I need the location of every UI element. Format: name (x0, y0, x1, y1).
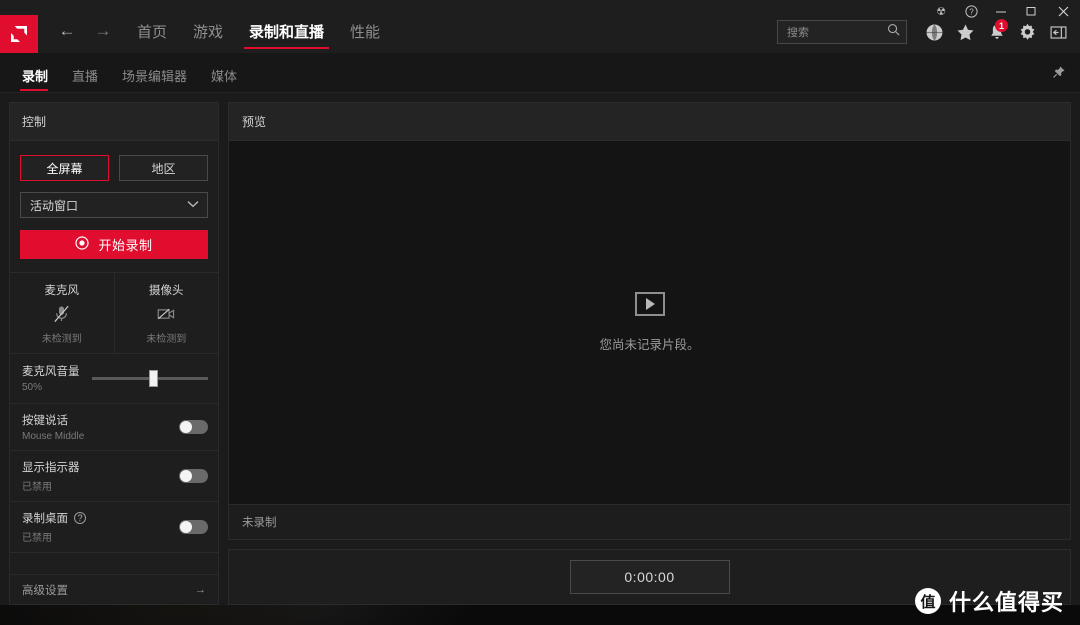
main-tab-gaming[interactable]: 游戏 (180, 25, 236, 49)
star-icon[interactable] (950, 18, 981, 46)
title-bar: ← → 首页 游戏 录制和直播 性能 ☢ ? 搜索 1 (0, 0, 1080, 53)
camera-off-icon (157, 305, 175, 323)
forward-button[interactable]: → (88, 15, 118, 45)
navigation-arrows: ← → (38, 0, 124, 53)
mode-fullscreen-button[interactable]: 全屏幕 (20, 155, 109, 181)
globe-icon[interactable] (919, 18, 950, 46)
control-panel-body: 全屏幕 地区 活动窗口 开始录制 麦克风 未检测到 摄像头 未检测到 麦克风音量… (10, 141, 218, 604)
push-to-talk-sub: Mouse Middle (22, 431, 85, 442)
play-triangle (646, 298, 655, 310)
sub-tab-media[interactable]: 媒体 (199, 70, 249, 92)
device-status-group: 麦克风 未检测到 摄像头 未检测到 (10, 272, 218, 354)
preview-box: 预览 您尚未记录片段。 未录制 (228, 102, 1071, 540)
watermark-logo-icon: 值 (914, 588, 941, 614)
adrenalin-window: ← → 首页 游戏 录制和直播 性能 ☢ ? 搜索 1 录制 直播 场景编辑器 … (0, 0, 1080, 605)
push-to-talk-label: 按键说话 (22, 415, 68, 427)
capture-mode-group: 全屏幕 地区 (10, 141, 218, 181)
record-desktop-label-group: 录制桌面 ? (22, 510, 179, 526)
microphone-label: 麦克风 (44, 285, 80, 297)
preview-title: 预览 (229, 103, 1070, 141)
start-recording-label: 开始录制 (98, 238, 153, 253)
push-to-talk-row: 按键说话 Mouse Middle (10, 404, 218, 451)
arrow-right-icon: → (194, 583, 207, 596)
sub-tab-scene-editor[interactable]: 场景编辑器 (110, 70, 199, 92)
amd-radeon-logo (0, 15, 38, 53)
help-icon[interactable]: ? (74, 512, 86, 524)
microphone-status: 未检测到 (41, 334, 82, 345)
search-input[interactable]: 搜索 (787, 24, 887, 40)
application-window: ← → 首页 游戏 录制和直播 性能 ☢ ? 搜索 1 录制 直播 场景编辑器 … (0, 0, 1080, 625)
chevron-down-icon (187, 199, 199, 211)
push-to-talk-toggle[interactable] (179, 420, 208, 434)
main-tab-home[interactable]: 首页 (124, 25, 180, 49)
sub-tab-record[interactable]: 录制 (10, 70, 60, 92)
record-desktop-sub: 已禁用 (22, 533, 52, 544)
watermark-text: 什么值得买 (948, 590, 1064, 615)
microphone-volume-label-group: 麦克风音量 50% (22, 363, 80, 393)
record-dot-icon (75, 236, 90, 253)
record-desktop-row: 录制桌面 ? 已禁用 (10, 502, 218, 553)
capture-source-dropdown[interactable]: 活动窗口 (20, 192, 208, 218)
preview-empty-message: 您尚未记录片段。 (599, 338, 700, 352)
record-desktop-labels: 录制桌面 ? 已禁用 (22, 510, 179, 544)
record-desktop-label: 录制桌面 (22, 513, 68, 525)
toggle-knob (180, 470, 192, 482)
microphone-volume-slider[interactable] (91, 369, 208, 387)
microphone-muted-icon (53, 305, 70, 323)
search-box[interactable]: 搜索 (777, 20, 907, 44)
titlebar-tools: 搜索 1 (777, 18, 1074, 46)
show-indicator-row: 显示指示器 已禁用 (10, 451, 218, 502)
sub-tab-bar: 录制 直播 场景编辑器 媒体 (0, 53, 1080, 93)
control-panel-title: 控制 (10, 103, 218, 141)
camera-label: 摄像头 (149, 285, 184, 297)
start-recording-button[interactable]: 开始录制 (20, 230, 208, 259)
advanced-settings-label: 高级设置 (22, 584, 68, 597)
push-to-talk-labels: 按键说话 Mouse Middle (22, 412, 179, 442)
show-indicator-sub: 已禁用 (22, 482, 52, 493)
content-area: 控制 全屏幕 地区 活动窗口 开始录制 麦克风 未检测到 摄像头 未检测到 麦克… (0, 93, 1080, 605)
svg-text:?: ? (969, 7, 974, 16)
mode-region-button[interactable]: 地区 (119, 155, 208, 181)
device-camera[interactable]: 摄像头 未检测到 (113, 273, 219, 353)
microphone-volume-row: 麦克风音量 50% (10, 354, 218, 404)
search-icon (887, 23, 900, 41)
preview-stage[interactable]: 您尚未记录片段。 (229, 141, 1070, 504)
back-button[interactable]: ← (52, 15, 82, 45)
panel-toggle-icon[interactable] (1043, 18, 1074, 46)
show-indicator-labels: 显示指示器 已禁用 (22, 459, 179, 493)
preview-panel: 预览 您尚未记录片段。 未录制 0:00:00 (228, 102, 1071, 605)
microphone-volume-label: 麦克风音量 (22, 366, 80, 378)
gear-icon[interactable] (1012, 18, 1043, 46)
device-microphone[interactable]: 麦克风 未检测到 (10, 273, 114, 353)
recording-timer: 0:00:00 (569, 560, 730, 594)
panel-filler (10, 553, 218, 574)
toggle-knob (180, 521, 192, 533)
show-indicator-toggle[interactable] (179, 469, 208, 483)
main-tab-bar: 首页 游戏 录制和直播 性能 (124, 0, 393, 53)
sub-tab-stream[interactable]: 直播 (60, 70, 110, 92)
slider-handle[interactable] (148, 369, 158, 387)
camera-status: 未检测到 (146, 334, 187, 345)
main-tab-record-and-stream[interactable]: 录制和直播 (236, 25, 337, 49)
microphone-volume-value: 50% (22, 382, 43, 393)
notifications-bell-icon[interactable]: 1 (981, 18, 1012, 46)
recording-status-text: 未录制 (229, 504, 1070, 539)
notification-badge: 1 (995, 19, 1008, 32)
play-video-icon (634, 292, 665, 316)
record-desktop-toggle[interactable] (179, 520, 208, 534)
watermark: 值 什么值得买 (914, 585, 1064, 617)
show-indicator-label: 显示指示器 (22, 462, 80, 474)
pin-icon[interactable] (1052, 65, 1066, 84)
capture-source-value: 活动窗口 (30, 198, 79, 213)
advanced-settings-row[interactable]: 高级设置 → (10, 574, 218, 604)
toggle-knob (180, 421, 192, 433)
main-tab-performance[interactable]: 性能 (337, 25, 393, 49)
control-panel: 控制 全屏幕 地区 活动窗口 开始录制 麦克风 未检测到 摄像头 未检测到 麦克… (9, 102, 219, 605)
